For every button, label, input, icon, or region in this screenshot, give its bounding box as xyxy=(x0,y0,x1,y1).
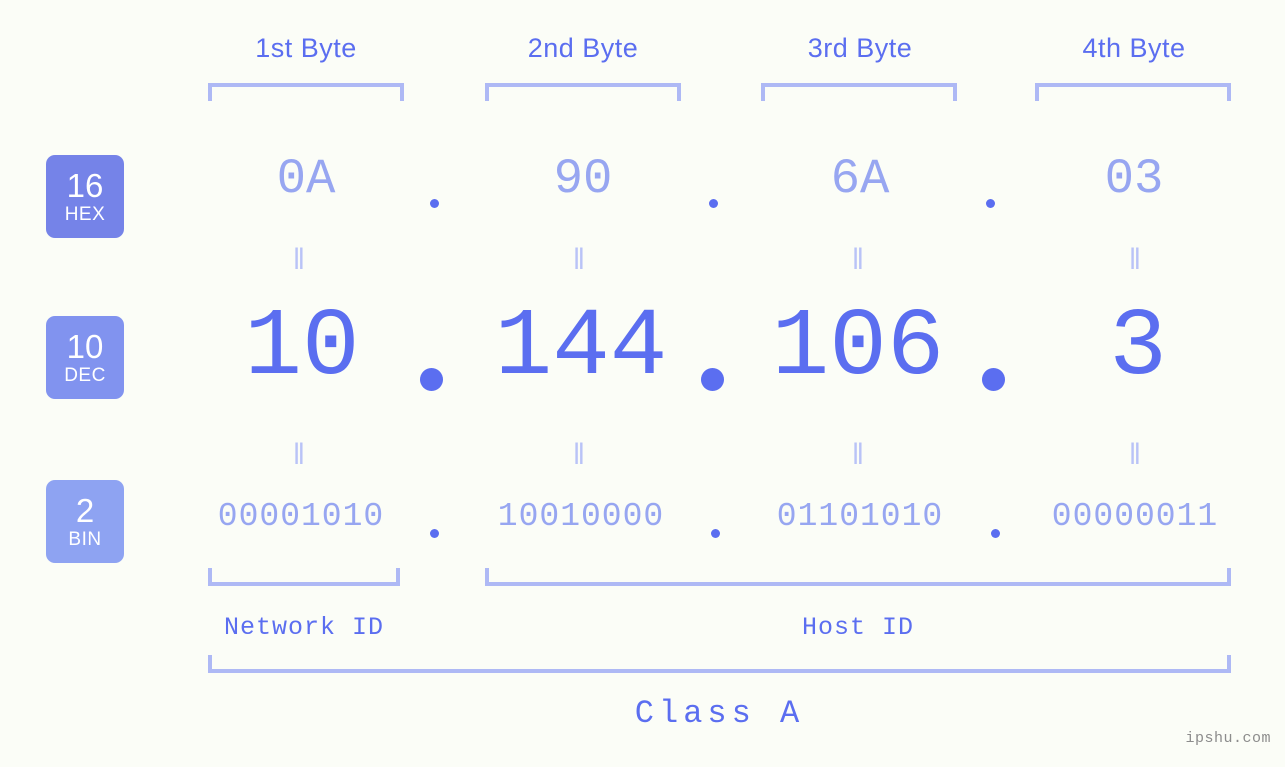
bin-separator-dot-3 xyxy=(991,529,1000,538)
hex-octet-4: 03 xyxy=(1104,151,1164,207)
class-bracket xyxy=(208,655,1231,673)
base-badge-dec-number: 10 xyxy=(66,328,104,365)
byte-bracket-1 xyxy=(208,83,404,101)
bin-octet-4: 00000011 xyxy=(1051,498,1219,535)
byte-header-4: 4th Byte xyxy=(1082,33,1186,63)
ip-address-breakdown-diagram: 1st Byte 2nd Byte 3rd Byte 4th Byte 16 H… xyxy=(0,0,1285,767)
hex-octet-3: 6A xyxy=(830,151,890,207)
equality-mark-dec-bin-3: ‖ xyxy=(851,438,867,471)
equality-mark-dec-bin-2: ‖ xyxy=(572,438,588,471)
bin-octet-1: 00001010 xyxy=(217,498,385,535)
equality-mark-hex-dec-2: ‖ xyxy=(572,243,588,276)
byte-bracket-3 xyxy=(761,83,957,101)
base-badge-dec-name: DEC xyxy=(64,365,106,386)
class-label: Class A xyxy=(634,695,805,732)
bin-octet-3: 01101010 xyxy=(776,498,944,535)
dec-octet-4: 3 xyxy=(1109,293,1167,402)
equality-mark-hex-dec-3: ‖ xyxy=(851,243,867,276)
dec-octet-1: 10 xyxy=(244,293,360,402)
dec-separator-dot-2 xyxy=(701,368,724,391)
hex-octet-1: 0A xyxy=(276,151,336,207)
base-badge-hex: 16 HEX xyxy=(46,155,124,238)
base-badge-hex-number: 16 xyxy=(66,167,104,204)
hex-separator-dot-3 xyxy=(986,199,995,208)
bin-separator-dot-1 xyxy=(430,529,439,538)
bin-separator-dot-2 xyxy=(711,529,720,538)
base-badge-dec: 10 DEC xyxy=(46,316,124,399)
host-id-label: Host ID xyxy=(801,613,915,642)
equality-mark-hex-dec-1: ‖ xyxy=(292,243,308,276)
network-id-bracket xyxy=(208,568,400,586)
site-watermark: ipshu.com xyxy=(1185,730,1271,747)
byte-header-1: 1st Byte xyxy=(255,33,357,63)
bin-octet-2: 10010000 xyxy=(497,498,665,535)
hex-octet-2: 90 xyxy=(553,151,613,207)
host-id-bracket xyxy=(485,568,1231,586)
base-badge-bin-number: 2 xyxy=(75,492,95,529)
byte-header-3: 3rd Byte xyxy=(807,33,913,63)
byte-bracket-4 xyxy=(1035,83,1231,101)
byte-header-2: 2nd Byte xyxy=(527,33,639,63)
network-id-label: Network ID xyxy=(223,613,385,642)
equality-mark-hex-dec-4: ‖ xyxy=(1128,243,1144,276)
equality-mark-dec-bin-1: ‖ xyxy=(292,438,308,471)
base-badge-hex-name: HEX xyxy=(64,204,106,225)
base-badge-bin: 2 BIN xyxy=(46,480,124,563)
base-badge-bin-name: BIN xyxy=(68,529,102,550)
equality-mark-dec-bin-4: ‖ xyxy=(1128,438,1144,471)
hex-separator-dot-2 xyxy=(709,199,718,208)
dec-octet-2: 144 xyxy=(494,293,668,402)
dec-separator-dot-1 xyxy=(420,368,443,391)
dec-separator-dot-3 xyxy=(982,368,1005,391)
dec-octet-3: 106 xyxy=(771,293,945,402)
hex-separator-dot-1 xyxy=(430,199,439,208)
byte-bracket-2 xyxy=(485,83,681,101)
